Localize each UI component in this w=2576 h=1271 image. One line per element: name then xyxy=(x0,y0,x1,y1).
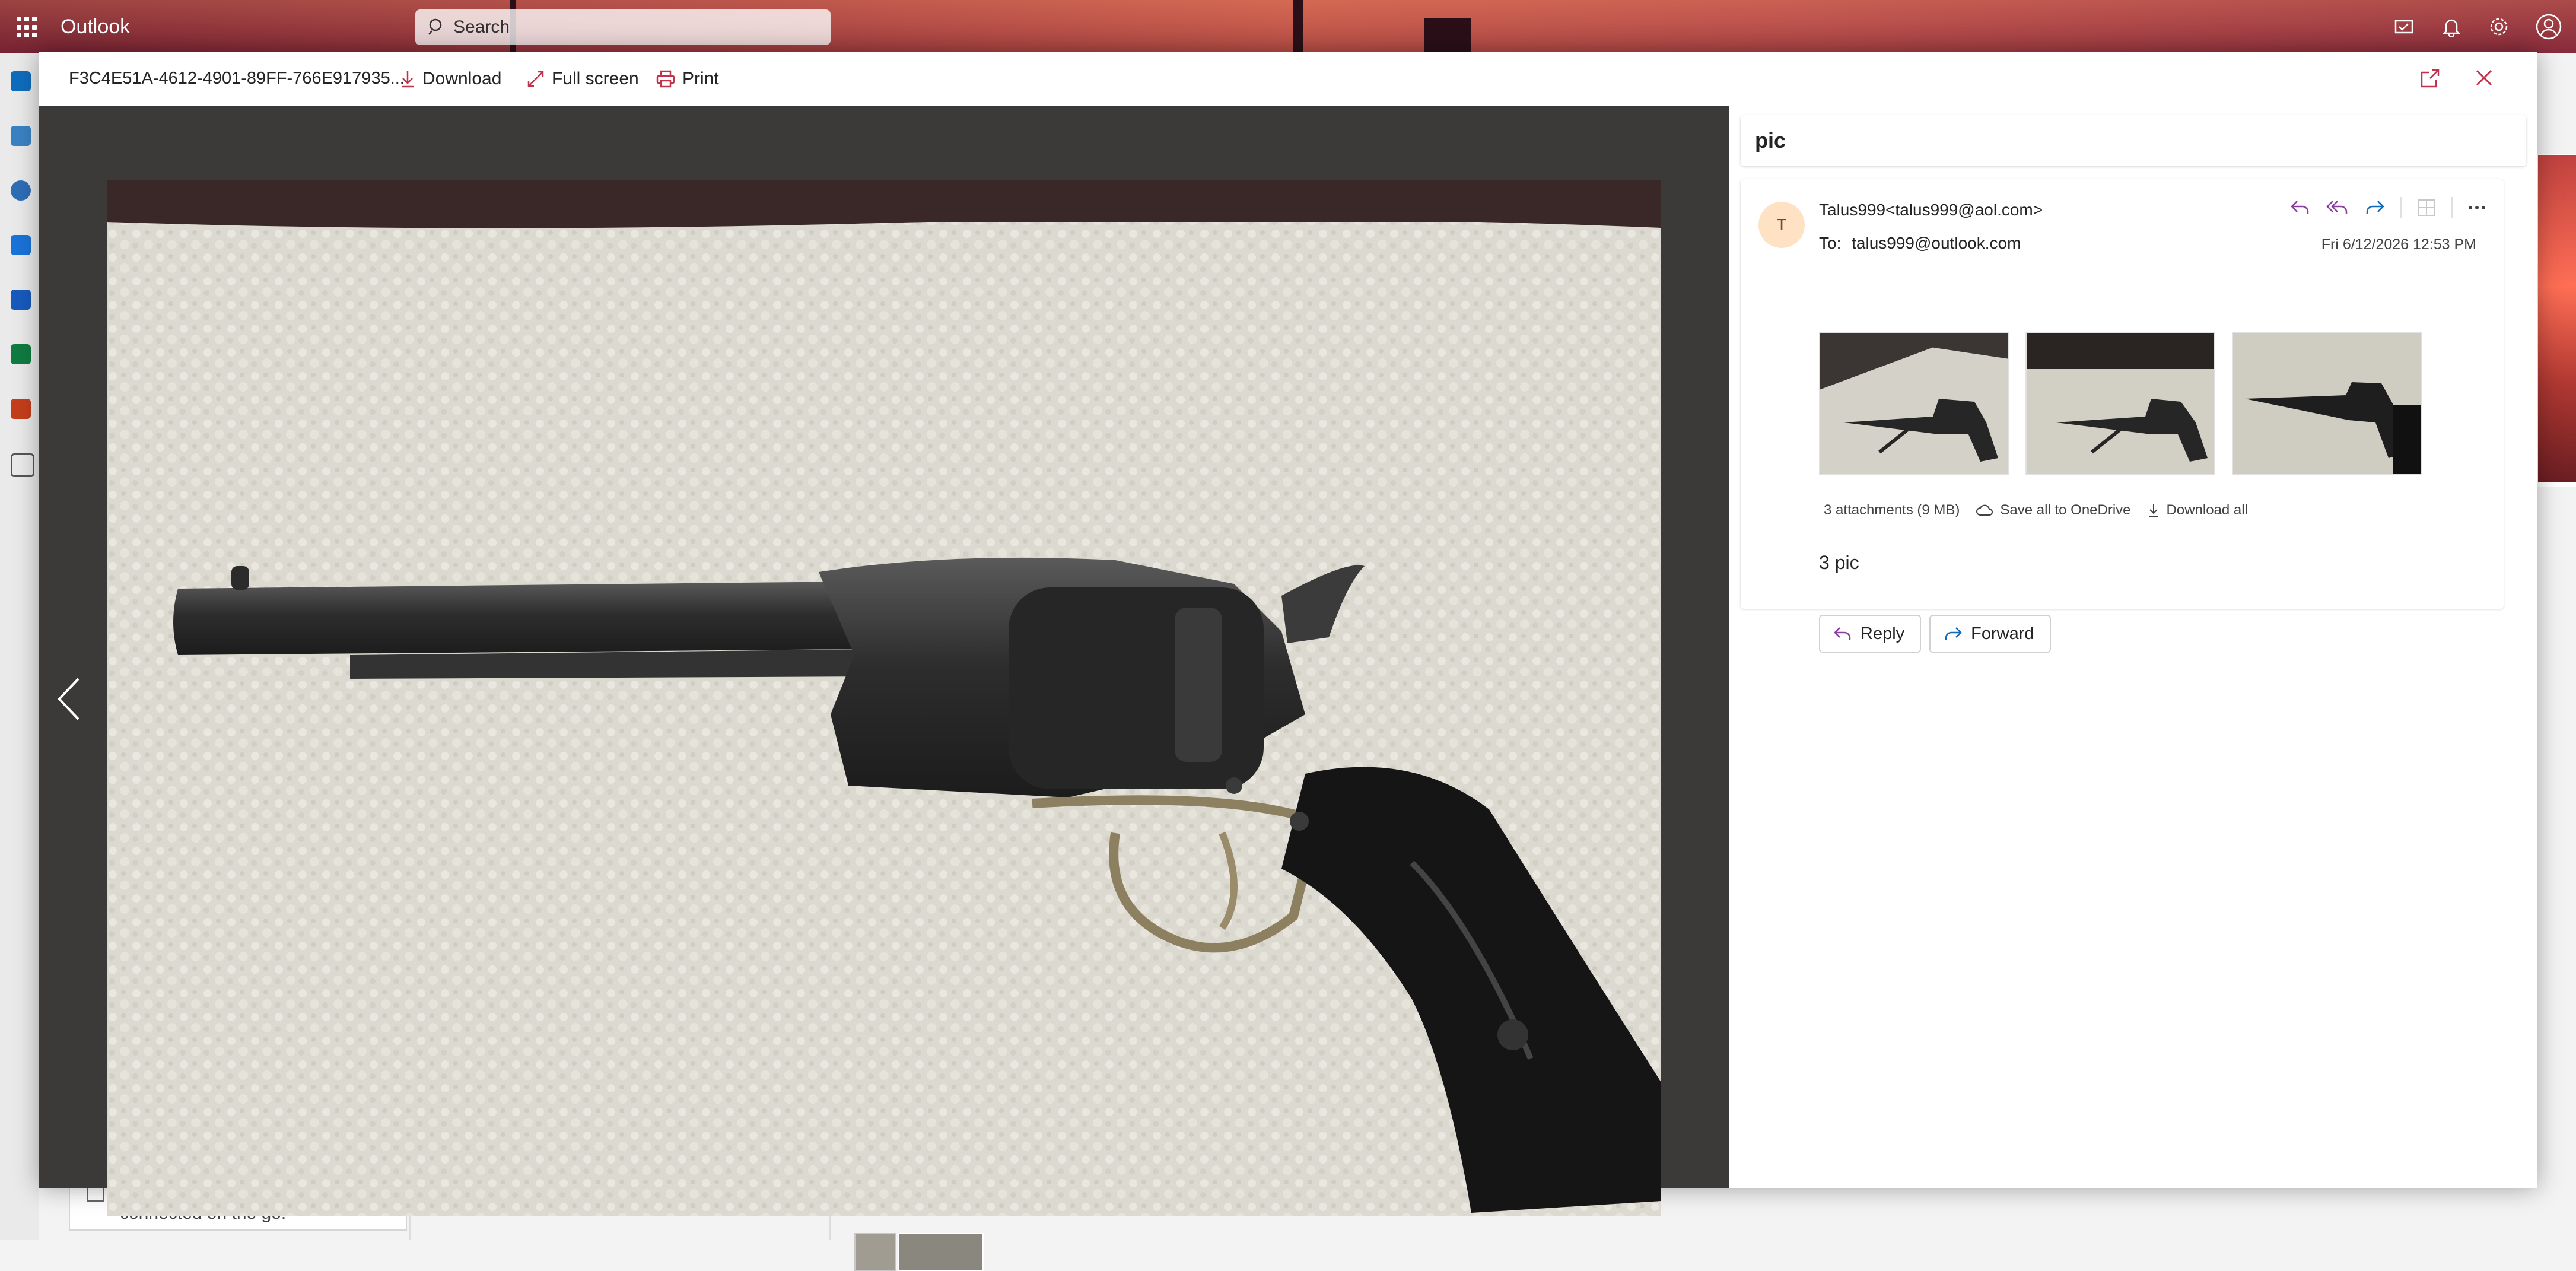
reply-icon xyxy=(1834,627,1851,640)
app-launcher-icon[interactable] xyxy=(17,17,38,38)
pop-out-icon[interactable] xyxy=(2419,68,2441,89)
reply-icon[interactable] xyxy=(2290,199,2310,217)
attachment-thumbnail[interactable] xyxy=(2025,332,2215,475)
close-icon[interactable] xyxy=(2474,68,2494,88)
image-viewer xyxy=(39,106,1729,1271)
recipient-row: To: talus999@outlook.com xyxy=(1819,234,2021,253)
search-icon xyxy=(428,18,442,35)
palm-silhouette xyxy=(1293,0,1303,53)
file-name: F3C4E51A-4612-4901-89FF-766E917935... xyxy=(69,69,405,88)
thumbnail-image xyxy=(2027,333,2214,474)
revolver-photo xyxy=(107,180,1661,1216)
attachment-thumbnail[interactable] xyxy=(2232,332,2422,475)
download-icon xyxy=(2148,504,2158,517)
forward-icon[interactable] xyxy=(2365,199,2385,217)
download-button[interactable]: Download xyxy=(400,64,501,94)
attachment-actions: 3 attachments (9 MB) Save all to OneDriv… xyxy=(1824,502,2248,519)
forward-label: Forward xyxy=(1971,624,2034,643)
preview-toolbar: F3C4E51A-4612-4901-89FF-766E917935... Do… xyxy=(39,52,2537,106)
sender-name[interactable]: Talus999<talus999@aol.com> xyxy=(1819,201,2043,220)
reply-label: Reply xyxy=(1861,624,1905,643)
attachment-preview-dialog: F3C4E51A-4612-4901-89FF-766E917935... Do… xyxy=(39,52,2537,1271)
download-icon xyxy=(402,71,414,88)
filmstrip-thumbnail-selected[interactable] xyxy=(898,1233,984,1271)
bell-icon[interactable] xyxy=(2441,16,2462,37)
forward-button[interactable]: Forward xyxy=(1929,615,2051,653)
outlook-top-bar: Outlook Search xyxy=(0,0,2576,53)
more-apps-icon[interactable] xyxy=(11,453,34,477)
attachment-thumbnail[interactable] xyxy=(1819,332,2009,475)
save-all-label: Save all to OneDrive xyxy=(2000,502,2131,518)
previous-image-chevron-icon[interactable] xyxy=(55,675,83,723)
recipient-address[interactable]: talus999@outlook.com xyxy=(1852,234,2021,252)
thumbnail-image xyxy=(2233,333,2421,474)
print-label: Print xyxy=(682,69,719,88)
subject-header: pic xyxy=(1741,115,2526,166)
left-app-rail xyxy=(0,53,39,1240)
sender-avatar[interactable]: T xyxy=(1758,202,1805,248)
search-input[interactable]: Search xyxy=(415,9,831,45)
attachments-summary: 3 attachments (9 MB) xyxy=(1824,502,1960,518)
apps-grid-icon[interactable] xyxy=(2417,198,2436,217)
email-subject: pic xyxy=(1755,128,1786,152)
email-reading-pane: pic T Talus999<talus999@aol.com> To: tal… xyxy=(1729,106,2537,1188)
print-button[interactable]: Print xyxy=(656,64,719,94)
attachment-thumbnails xyxy=(1819,332,2422,475)
app-title: Outlook xyxy=(61,15,131,38)
quick-reply-buttons: Reply Forward xyxy=(1819,615,2051,653)
divider xyxy=(2400,197,2402,218)
expand-icon xyxy=(527,71,544,87)
download-all-label: Download all xyxy=(2166,502,2248,518)
powerpoint-icon[interactable] xyxy=(11,399,31,419)
divider xyxy=(2451,197,2453,218)
email-date: Fri 6/12/2026 12:53 PM xyxy=(2321,236,2476,253)
people-icon[interactable] xyxy=(11,180,31,201)
printer-icon xyxy=(656,70,675,88)
full-screen-button[interactable]: Full screen xyxy=(527,64,639,94)
background-ad-peek xyxy=(2536,154,2576,487)
reply-all-icon[interactable] xyxy=(2326,199,2349,217)
to-label: To: xyxy=(1819,234,1842,252)
gear-icon[interactable] xyxy=(2488,16,2510,37)
mail-icon[interactable] xyxy=(11,71,31,91)
download-label: Download xyxy=(422,69,502,88)
download-all-button[interactable]: Download all xyxy=(2148,502,2248,519)
ad-image xyxy=(2538,155,2576,482)
filmstrip-thumbnail[interactable] xyxy=(854,1233,896,1271)
message-actions xyxy=(2290,197,2486,218)
todo-icon[interactable] xyxy=(11,235,31,255)
header-background-image xyxy=(0,0,2576,53)
thumbnail-image xyxy=(1820,333,2008,474)
attachment-image xyxy=(107,180,1661,1216)
thumbnail-strip xyxy=(854,1233,984,1271)
more-options-icon[interactable] xyxy=(2468,205,2486,211)
account-avatar-icon[interactable] xyxy=(2536,14,2562,40)
forward-icon xyxy=(1945,627,1962,640)
full-screen-label: Full screen xyxy=(552,69,639,88)
word-icon[interactable] xyxy=(11,290,31,310)
top-right-toolbar xyxy=(2393,0,2576,53)
excel-icon[interactable] xyxy=(11,344,31,364)
reply-button[interactable]: Reply xyxy=(1819,615,1922,653)
tasks-icon[interactable] xyxy=(2393,16,2415,37)
message-card: T Talus999<talus999@aol.com> To: talus99… xyxy=(1741,179,2504,653)
search-placeholder: Search xyxy=(453,17,510,37)
calendar-icon[interactable] xyxy=(11,126,31,146)
save-all-to-onedrive-button[interactable]: Save all to OneDrive xyxy=(1976,502,2131,519)
cloud-icon xyxy=(1976,504,1993,516)
tower-silhouette xyxy=(1424,18,1471,53)
email-body: 3 pic xyxy=(1819,552,1859,573)
